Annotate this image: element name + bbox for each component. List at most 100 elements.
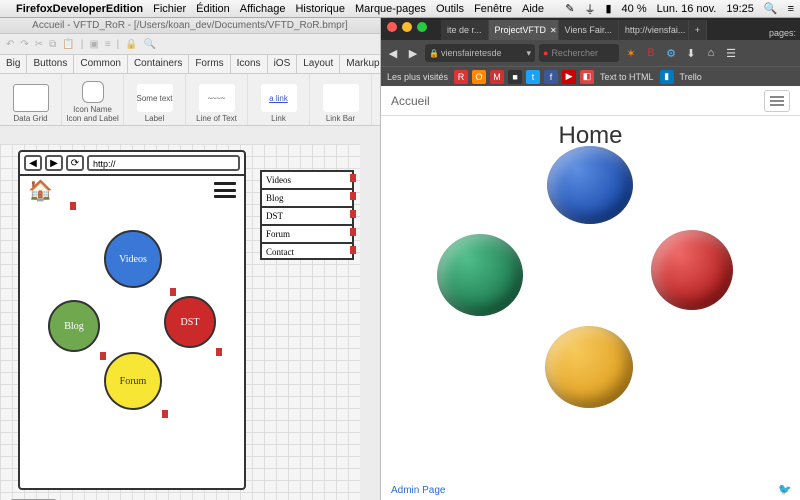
browser-tab[interactable]: Viens Fair...: [559, 20, 619, 40]
tab-ios[interactable]: iOS: [268, 55, 298, 73]
menu-edit[interactable]: Édition: [196, 3, 230, 15]
circle-blog[interactable]: Blog: [48, 300, 100, 352]
close-tab-icon[interactable]: ✕: [550, 26, 557, 35]
menu-window[interactable]: Fenêtre: [474, 3, 512, 15]
tab-layout[interactable]: Layout: [297, 55, 340, 73]
app-menu[interactable]: FirefoxDeveloperEdition: [16, 3, 143, 15]
bookmark-trello-label[interactable]: Trello: [678, 72, 704, 82]
browser-mockup-frame[interactable]: ◀ ▶ ⟳ http:// 🏠 Videos Blog DST Forum: [18, 150, 246, 490]
zoom-window-button[interactable]: [417, 22, 427, 32]
sphere-green[interactable]: [437, 234, 523, 316]
mac-menubar[interactable]: FirefoxDeveloperEdition Fichier Édition …: [0, 0, 800, 18]
menu-tools[interactable]: Outils: [436, 3, 464, 15]
balsamiq-titlebar[interactable]: Accueil - VFTD_RoR - [/Users/koan_dev/Do…: [0, 18, 380, 34]
browser-tab[interactable]: ite de r...: [441, 20, 489, 40]
paste-icon[interactable]: 📋: [62, 39, 74, 50]
bookmark-most-visited[interactable]: Les plus visités: [385, 72, 450, 82]
search-engine-icon[interactable]: ●: [543, 48, 548, 58]
align-icon[interactable]: ≡: [105, 39, 111, 50]
browser-tab[interactable]: ProjectVFTD✕: [489, 20, 559, 40]
admin-link[interactable]: Admin Page: [391, 485, 445, 496]
zoom-icon[interactable]: 🔍: [144, 39, 156, 50]
forward-button[interactable]: ▶: [45, 155, 63, 171]
tab-common[interactable]: Common: [74, 55, 128, 73]
mockup-menu-list[interactable]: Videos Blog DST Forum Contact: [260, 170, 354, 260]
spotlight-icon[interactable]: 🔍: [764, 2, 778, 15]
new-tab-button[interactable]: +: [689, 20, 707, 40]
menu-item-forum[interactable]: Forum: [260, 224, 354, 242]
home-icon[interactable]: 🏠: [28, 178, 53, 203]
bookmark-text-to-html[interactable]: Text to HTML: [598, 72, 656, 82]
reload-button[interactable]: ⟳: [66, 155, 84, 171]
widget-icon-label[interactable]: Icon NameIcon and Label: [62, 74, 124, 125]
bookmark-icon[interactable]: ■: [508, 70, 522, 84]
menu-view[interactable]: Affichage: [240, 3, 286, 15]
dev-edition-icon[interactable]: ⚙: [663, 45, 679, 61]
widget-linkbar[interactable]: Link Bar: [310, 74, 372, 125]
menu-item-videos[interactable]: Videos: [260, 170, 354, 188]
battery-icon[interactable]: ▮: [605, 2, 611, 15]
bookmark-icon[interactable]: O: [472, 70, 486, 84]
nav-toggle-button[interactable]: [764, 90, 790, 112]
tab-big[interactable]: Big: [0, 55, 27, 73]
menu-file[interactable]: Fichier: [153, 3, 186, 15]
menu-item-contact[interactable]: Contact: [260, 242, 354, 260]
menu-item-blog[interactable]: Blog: [260, 188, 354, 206]
search-bar[interactable]: ●Rechercher: [539, 44, 619, 62]
circle-dst[interactable]: DST: [164, 296, 216, 348]
forward-button[interactable]: ▶: [405, 45, 421, 61]
url-bar[interactable]: 🔒viensfairetesde▾: [425, 44, 535, 62]
minimize-window-button[interactable]: [402, 22, 412, 32]
home-icon[interactable]: ⌂: [703, 45, 719, 61]
menu-help[interactable]: Aide: [522, 3, 544, 15]
notifications-icon[interactable]: ≡: [788, 3, 794, 15]
bookmark-trello-icon[interactable]: ▮: [660, 70, 674, 84]
bookmark-gmail-icon[interactable]: M: [490, 70, 504, 84]
bookmark-facebook-icon[interactable]: f: [544, 70, 558, 84]
date[interactable]: Lun. 16 nov.: [657, 3, 717, 15]
menu-icon[interactable]: ☰: [723, 45, 739, 61]
nav-brand[interactable]: Accueil: [391, 94, 430, 108]
bookmark-twitter-icon[interactable]: t: [526, 70, 540, 84]
sphere-orange[interactable]: [545, 326, 633, 408]
widget-datagrid[interactable]: Data Grid: [0, 74, 62, 125]
circle-videos[interactable]: Videos: [104, 230, 162, 288]
twitter-icon[interactable]: 🐦: [778, 483, 792, 496]
mockup-url-field[interactable]: http://: [87, 155, 240, 171]
menu-history[interactable]: Historique: [295, 3, 345, 15]
scripts-icon[interactable]: ✎: [565, 2, 574, 15]
sphere-blue[interactable]: [547, 146, 633, 224]
mockup-canvas[interactable]: ◀ ▶ ⟳ http:// 🏠 Videos Blog DST Forum: [0, 144, 360, 500]
copy-icon[interactable]: ⧉: [49, 39, 56, 50]
hamburger-icon[interactable]: [214, 182, 236, 198]
widget-line-of-text[interactable]: ~~~~Line of Text: [186, 74, 248, 125]
browser-tab[interactable]: http://viensfai...: [619, 20, 689, 40]
widget-link[interactable]: a linkLink: [248, 74, 310, 125]
bookmark-icon[interactable]: ◧: [580, 70, 594, 84]
menu-item-dst[interactable]: DST: [260, 206, 354, 224]
firebug-icon[interactable]: ✶: [623, 45, 639, 61]
tab-containers[interactable]: Containers: [128, 55, 189, 73]
lock-icon[interactable]: 🔒: [125, 39, 137, 50]
bookmark-youtube-icon[interactable]: ▶: [562, 70, 576, 84]
tab-icons[interactable]: Icons: [231, 55, 268, 73]
sphere-red[interactable]: [651, 230, 733, 310]
tab-forms[interactable]: Forms: [189, 55, 230, 73]
menu-bookmarks[interactable]: Marque-pages: [355, 3, 426, 15]
bookmark-icon[interactable]: R: [454, 70, 468, 84]
widget-label[interactable]: Some textLabel: [124, 74, 186, 125]
dropdown-icon[interactable]: ▾: [526, 48, 531, 59]
tab-markup[interactable]: Markup: [340, 55, 386, 73]
undo-icon[interactable]: ↶: [6, 39, 14, 50]
back-button[interactable]: ◀: [385, 45, 401, 61]
circle-forum[interactable]: Forum: [104, 352, 162, 410]
back-button[interactable]: ◀: [24, 155, 42, 171]
group-icon[interactable]: ▣: [89, 39, 98, 50]
tab-buttons[interactable]: Buttons: [27, 55, 74, 73]
cut-icon[interactable]: ✂: [35, 39, 43, 50]
bookmark-b-icon[interactable]: B: [643, 45, 659, 61]
close-window-button[interactable]: [387, 22, 397, 32]
time[interactable]: 19:25: [726, 3, 754, 15]
wifi-icon[interactable]: ⏚: [584, 1, 595, 17]
redo-icon[interactable]: ↷: [20, 39, 28, 50]
